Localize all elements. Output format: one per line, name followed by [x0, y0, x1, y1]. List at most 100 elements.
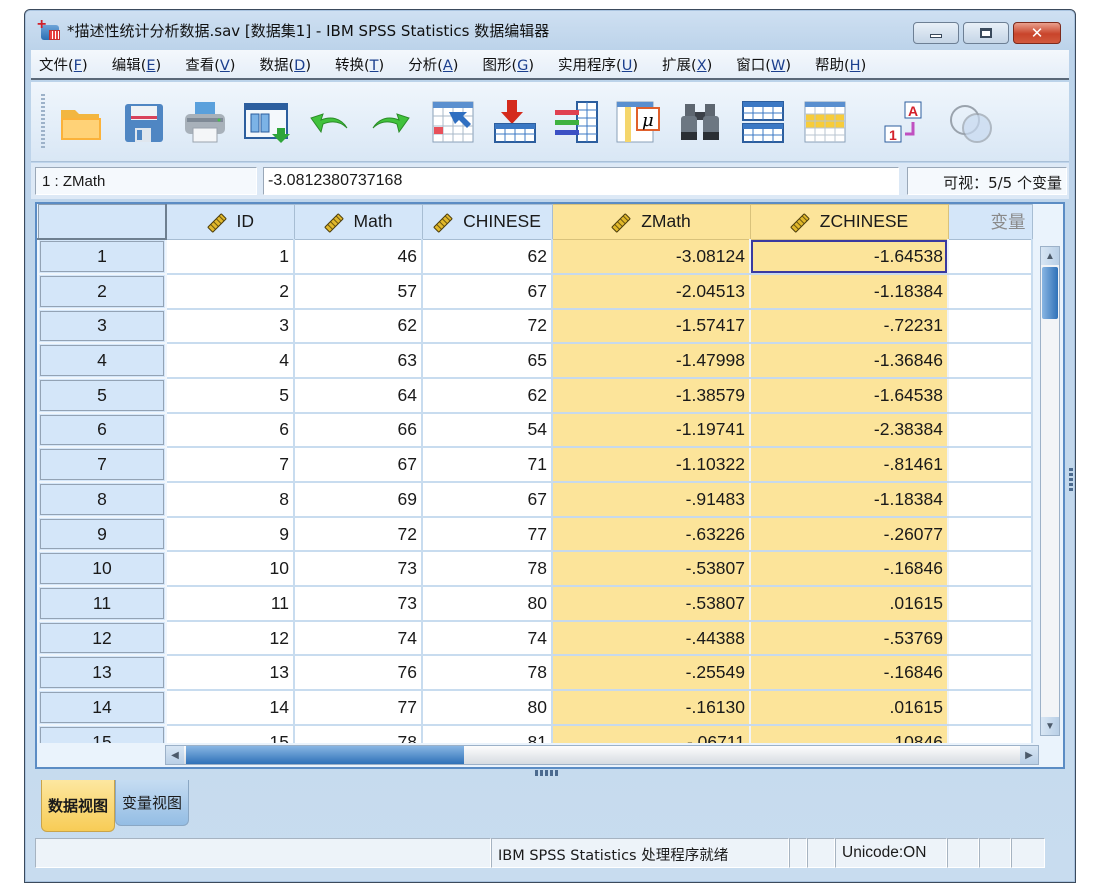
row-header[interactable]: 8: [37, 481, 167, 518]
data-cell[interactable]: 11: [166, 586, 295, 622]
data-cell[interactable]: -1.36846: [750, 343, 949, 379]
insert-variable-button[interactable]: [553, 100, 601, 144]
open-folder-button[interactable]: [57, 100, 105, 144]
data-cell[interactable]: -2.38384: [750, 412, 949, 449]
data-cell[interactable]: 1: [166, 239, 295, 275]
scroll-left-button[interactable]: ◀: [166, 746, 184, 764]
data-cell[interactable]: -3.08124: [552, 239, 751, 275]
select-cases-button[interactable]: [801, 100, 849, 144]
minimize-button[interactable]: [913, 22, 959, 44]
vertical-scroll-thumb[interactable]: [1042, 267, 1058, 319]
insert-cases-button[interactable]: [491, 99, 539, 144]
data-cell[interactable]: -.26077: [750, 516, 949, 553]
data-cell[interactable]: 80: [422, 586, 553, 622]
data-cell[interactable]: 73: [294, 551, 423, 588]
data-cell[interactable]: 80: [422, 690, 553, 726]
column-header-zchinese[interactable]: ZCHINESE: [749, 204, 949, 240]
data-cell[interactable]: 54: [422, 412, 553, 449]
data-cell[interactable]: 77: [422, 516, 553, 553]
menu-f[interactable]: 文件(F): [39, 54, 88, 75]
data-cell[interactable]: -.53807: [552, 586, 751, 622]
row-header[interactable]: 14: [37, 689, 167, 726]
value-labels-button[interactable]: A1: [883, 100, 931, 144]
data-cell[interactable]: 62: [294, 308, 423, 345]
empty-cell[interactable]: [948, 586, 1033, 622]
menu-h[interactable]: 帮助(H): [815, 54, 866, 75]
data-cell[interactable]: -.53807: [552, 551, 751, 588]
data-cell[interactable]: -1.38579: [552, 377, 751, 414]
data-cell[interactable]: 14: [166, 690, 295, 726]
data-cell[interactable]: 78: [422, 551, 553, 588]
row-header[interactable]: 12: [37, 619, 167, 657]
data-cell[interactable]: 65: [422, 343, 553, 379]
scroll-down-button[interactable]: ▼: [1041, 717, 1059, 735]
row-header[interactable]: 11: [37, 585, 167, 622]
data-cell[interactable]: 8: [166, 482, 295, 518]
pane-split-grip[interactable]: [535, 770, 559, 776]
data-cell[interactable]: 71: [422, 447, 553, 483]
data-cell[interactable]: -1.64538: [750, 377, 949, 414]
row-header[interactable]: 5: [37, 376, 167, 414]
print-button[interactable]: [181, 100, 229, 144]
menu-e[interactable]: 编辑(E): [112, 54, 162, 75]
data-cell[interactable]: -.91483: [552, 482, 751, 518]
vertical-scrollbar[interactable]: ▲ ▼: [1040, 246, 1060, 736]
empty-cell[interactable]: [948, 516, 1033, 553]
row-header[interactable]: 2: [37, 272, 167, 310]
data-cell[interactable]: 72: [294, 516, 423, 553]
cell-value-input[interactable]: -3.0812380737168: [263, 167, 899, 195]
empty-cell[interactable]: [948, 343, 1033, 379]
row-header[interactable]: 1: [37, 238, 167, 275]
row-header[interactable]: 10: [37, 550, 167, 588]
toolbar-grip[interactable]: [41, 93, 45, 150]
empty-cell[interactable]: [948, 273, 1033, 310]
data-cell[interactable]: -2.04513: [552, 273, 751, 310]
column-header-zmath[interactable]: ZMath: [551, 204, 751, 240]
data-cell[interactable]: 13: [166, 655, 295, 692]
data-cell[interactable]: -1.18384: [750, 482, 949, 518]
data-cell[interactable]: 6: [166, 412, 295, 449]
data-cell[interactable]: 67: [294, 447, 423, 483]
column-header-变量[interactable]: 变量: [947, 204, 1033, 240]
empty-cell[interactable]: [948, 551, 1033, 588]
menu-w[interactable]: 窗口(W): [736, 54, 791, 75]
empty-cell[interactable]: [948, 690, 1033, 726]
data-cell[interactable]: 12: [166, 620, 295, 657]
row-header[interactable]: 6: [37, 411, 167, 449]
scroll-right-button[interactable]: ▶: [1020, 746, 1038, 764]
data-cell[interactable]: 4: [166, 343, 295, 379]
empty-cell[interactable]: [948, 482, 1033, 518]
row-header[interactable]: 7: [37, 446, 167, 483]
recall-dialog-button[interactable]: [243, 100, 291, 144]
data-cell[interactable]: -.81461: [750, 447, 949, 483]
empty-cell[interactable]: [948, 447, 1033, 483]
row-header[interactable]: 9: [37, 515, 167, 553]
menu-x[interactable]: 扩展(X): [662, 54, 712, 75]
data-cell[interactable]: -1.18384: [750, 273, 949, 310]
data-cell[interactable]: 69: [294, 482, 423, 518]
side-split-grip[interactable]: [1069, 468, 1073, 492]
data-cell[interactable]: 66: [294, 412, 423, 449]
data-cell[interactable]: 67: [422, 482, 553, 518]
data-cell[interactable]: 77: [294, 690, 423, 726]
data-cell[interactable]: 72: [422, 308, 553, 345]
row-header[interactable]: 4: [37, 342, 167, 379]
data-cell[interactable]: 74: [294, 620, 423, 657]
scroll-up-button[interactable]: ▲: [1041, 247, 1059, 265]
data-cell[interactable]: -1.47998: [552, 343, 751, 379]
empty-cell[interactable]: [948, 620, 1033, 657]
data-cell[interactable]: -.16846: [750, 655, 949, 692]
horizontal-scrollbar[interactable]: ◀ ▶: [165, 745, 1039, 765]
redo-button[interactable]: [367, 100, 415, 144]
data-cell[interactable]: -.63226: [552, 516, 751, 553]
maximize-button[interactable]: [963, 22, 1009, 44]
data-cell[interactable]: 63: [294, 343, 423, 379]
data-cell[interactable]: -.16846: [750, 551, 949, 588]
data-cell[interactable]: 73: [294, 586, 423, 622]
go-to-case-button[interactable]: [429, 100, 477, 144]
tab-data-view[interactable]: 数据视图: [41, 780, 116, 832]
data-cell[interactable]: -.53769: [750, 620, 949, 657]
data-cell[interactable]: 74: [422, 620, 553, 657]
empty-cell[interactable]: [948, 655, 1033, 692]
menu-t[interactable]: 转换(T): [335, 54, 384, 75]
